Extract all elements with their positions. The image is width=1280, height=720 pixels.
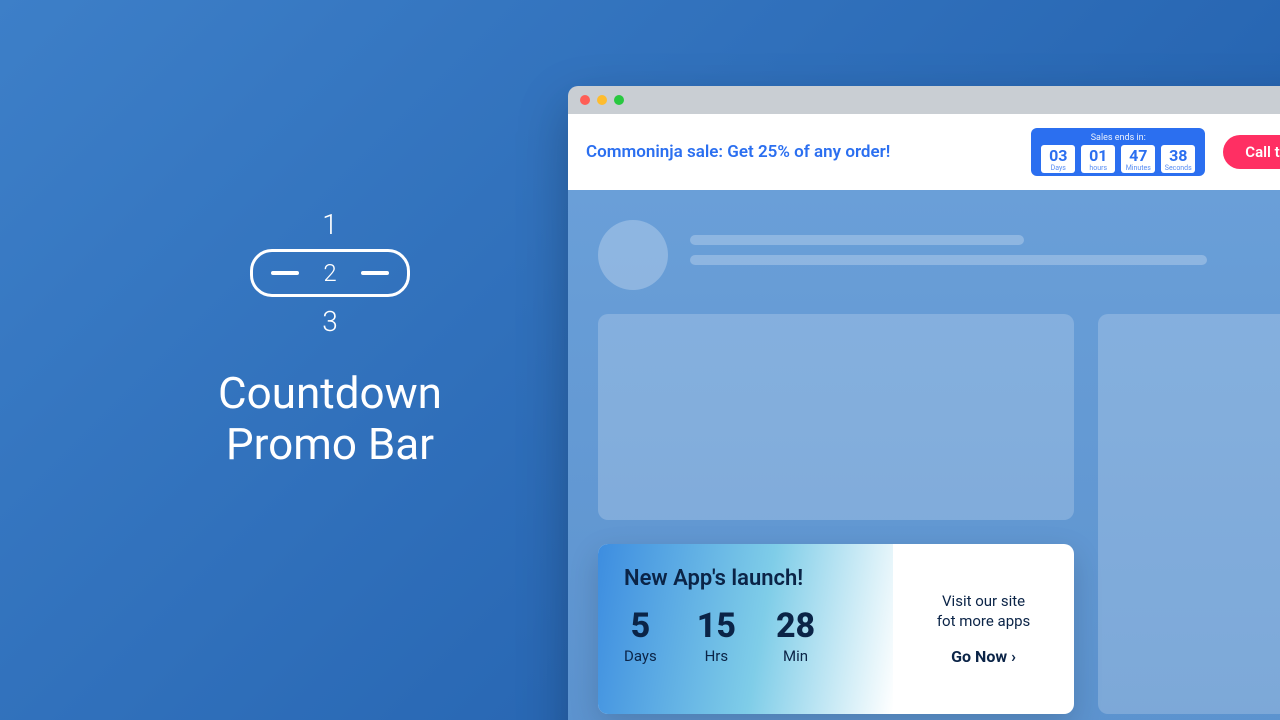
promo-card: New App's launch! 5 Days 15 Hrs (598, 544, 1074, 714)
content-block (598, 314, 1074, 520)
promo-card-right: Visit our site fot more apps Go Now › (893, 544, 1074, 714)
text-placeholder (690, 235, 1280, 275)
top-promo-bar: Commoninja sale: Get 25% of any order! S… (568, 114, 1280, 190)
placeholder-line (690, 235, 1024, 245)
bar-line-right (361, 271, 389, 275)
countdown-cell-days: 03 Days (1041, 145, 1075, 173)
go-now-button[interactable]: Go Now › (951, 647, 1016, 666)
hero-bar-icon: 2 (250, 249, 410, 297)
cta-button[interactable]: Call to (1223, 135, 1280, 169)
skeleton-header (598, 220, 1280, 290)
hero-number-1: 1 (250, 208, 410, 241)
hero-icon: 1 2 3 (250, 208, 410, 338)
maximize-icon[interactable] (614, 95, 624, 105)
countdown-caption: Sales ends in: (1041, 133, 1195, 143)
promo-countdown: 5 Days 15 Hrs 28 Min (624, 609, 867, 665)
hero-title: Countdown Promo Bar (150, 368, 510, 469)
hero-panel: 1 2 3 Countdown Promo Bar (150, 200, 510, 469)
countdown-box: Sales ends in: 03 Days 01 hours 47 Minut… (1031, 128, 1205, 176)
promo-unit-hrs: 15 Hrs (697, 609, 736, 665)
countdown-cell-hours: 01 hours (1081, 145, 1115, 173)
minimize-icon[interactable] (597, 95, 607, 105)
promo-message: Commoninja sale: Get 25% of any order! (586, 142, 1013, 162)
countdown-cell-seconds: 38 Seconds (1161, 145, 1195, 173)
promo-unit-min: 28 Min (776, 609, 815, 665)
promo-card-left: New App's launch! 5 Days 15 Hrs (598, 544, 893, 714)
content-row: New App's launch! 5 Days 15 Hrs (598, 314, 1280, 714)
promo-headline: New App's launch! (624, 566, 867, 591)
placeholder-line (690, 255, 1207, 265)
sidebar-block (1098, 314, 1280, 714)
close-icon[interactable] (580, 95, 590, 105)
countdown-cell-minutes: 47 Minutes (1121, 145, 1155, 173)
countdown-cells: 03 Days 01 hours 47 Minutes 38 Seconds (1041, 145, 1195, 173)
hero-number-3: 3 (250, 305, 410, 338)
promo-blurb: Visit our site fot more apps (937, 592, 1030, 631)
bar-line-left (271, 271, 299, 275)
avatar-placeholder (598, 220, 668, 290)
content-left-column: New App's launch! 5 Days 15 Hrs (598, 314, 1074, 714)
page-body: New App's launch! 5 Days 15 Hrs (568, 190, 1280, 720)
browser-window: Commoninja sale: Get 25% of any order! S… (568, 86, 1280, 720)
chevron-right-icon: › (1011, 647, 1016, 666)
promo-unit-days: 5 Days (624, 609, 657, 665)
window-titlebar (568, 86, 1280, 114)
hero-number-2: 2 (323, 259, 336, 287)
